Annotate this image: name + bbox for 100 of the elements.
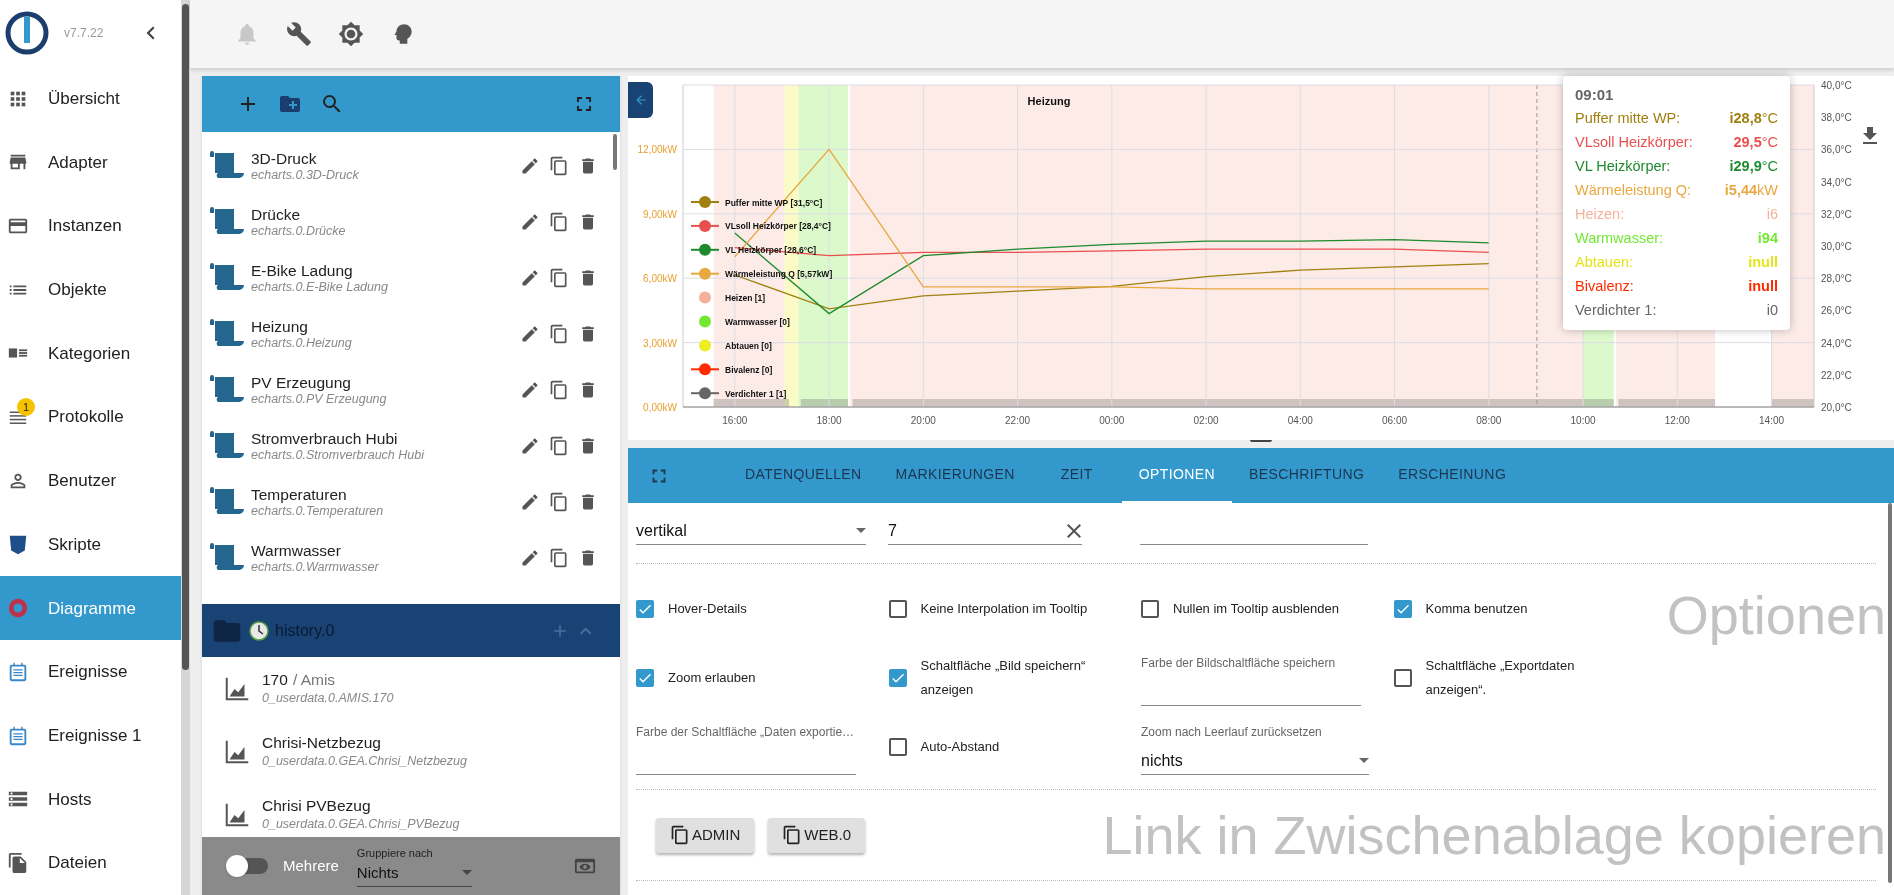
checkbox[interactable] <box>1393 599 1412 618</box>
resize-handle[interactable] <box>1250 438 1272 442</box>
copy-button[interactable] <box>549 324 569 344</box>
chart-list-item[interactable]: Chrisi PVBezug 0_userdata.0.GEA.Chrisi_PVBezug <box>202 783 620 837</box>
item-id: echarts.0.3D-Druck <box>251 167 359 184</box>
item-name: Chrisi-Netzbezug <box>262 733 381 754</box>
edit-button[interactable] <box>520 268 540 288</box>
tooltip-label: Puffer mitte WP: <box>1575 109 1681 128</box>
sidebar-item[interactable]: Ereignisse <box>0 640 181 704</box>
compressor-strip <box>1771 399 1814 407</box>
checkbox[interactable] <box>888 737 907 756</box>
tab[interactable]: ZEIT <box>1031 448 1122 503</box>
select-field[interactable]: Zoom nach Leerlauf zurücksetzen nichts <box>1141 723 1369 775</box>
copy-button[interactable] <box>549 268 569 288</box>
edit-button[interactable] <box>520 436 540 456</box>
sidebar-item[interactable]: Benutzer <box>0 449 181 513</box>
item-id: echarts.0.Stromverbrauch Hubi <box>251 447 424 464</box>
copy-icon <box>782 825 803 845</box>
checkbox[interactable] <box>888 599 907 618</box>
tab[interactable]: ERSCHEINUNG <box>1381 448 1524 503</box>
legend-marker-icon <box>699 315 711 328</box>
tooltip-label: Abtauen: <box>1575 253 1634 272</box>
checkbox[interactable] <box>888 668 907 687</box>
item-id: 0_userdata.0.GEA.Chrisi_Netzbezug <box>262 753 467 770</box>
chevron-up-icon <box>580 626 592 635</box>
chart-list-item[interactable]: Stromverbrauch Hubi echarts.0.Stromverbrauch Hubi <box>202 418 620 474</box>
tab[interactable]: DATENQUELLEN <box>728 448 879 503</box>
sidebar-item[interactable]: Kategorien <box>0 321 181 386</box>
checkbox[interactable] <box>636 599 654 618</box>
sidebar-item[interactable]: Dateien <box>0 831 181 895</box>
tooltip-value: inull <box>1748 253 1778 272</box>
edit-button[interactable] <box>520 380 540 400</box>
scrollbar-thumb[interactable] <box>613 134 617 170</box>
chart-list-item[interactable]: PV Erzeugung echarts.0.PV Erzeugung <box>202 362 620 418</box>
toolbar-button[interactable] <box>338 21 364 47</box>
tooltip-label: VL Heizkörper: <box>1575 157 1671 176</box>
copy-button[interactable] <box>549 156 569 176</box>
item-name: Heizung <box>251 316 309 336</box>
checkbox[interactable] <box>1141 599 1159 618</box>
sidebar-item[interactable]: Instanzen <box>0 194 181 258</box>
checkbox-label: Hover-Details <box>668 599 748 618</box>
sidebar-item[interactable]: Ereignisse 1 <box>0 703 181 768</box>
pencil-icon <box>520 156 540 176</box>
edit-button[interactable] <box>520 212 540 232</box>
sidebar-item[interactable]: Protokolle 1 <box>0 385 181 449</box>
edit-button[interactable] <box>520 156 540 176</box>
axis-tick-label: 04:00 <box>1287 415 1313 426</box>
scrollbar-thumb[interactable] <box>1888 503 1892 883</box>
chart-list-item[interactable]: 170 / Amis 0_userdata.0.AMIS.170 <box>202 657 620 720</box>
chart-list-item[interactable]: Temperaturen echarts.0.Temperaturen <box>202 474 620 530</box>
item-name: 3D-Druck <box>251 148 318 168</box>
input-field[interactable]: 7 <box>888 517 1082 545</box>
copy-button[interactable]: ADMIN <box>656 817 755 853</box>
chart-list-item[interactable]: Warmwasser echarts.0.Warmwasser <box>202 530 620 586</box>
input-field[interactable]: Farbe der Schaltfläche „Daten exportie… <box>636 723 856 775</box>
chart-list-item[interactable]: E-Bike Ladung echarts.0.E-Bike Ladung <box>202 250 620 306</box>
copy-button[interactable] <box>549 548 569 568</box>
edit-button[interactable] <box>520 492 540 512</box>
edit-button[interactable] <box>520 548 540 568</box>
item-name: Stromverbrauch Hubi <box>251 428 399 448</box>
copy-button[interactable] <box>549 380 569 400</box>
sidebar-item[interactable]: Übersicht <box>0 66 181 131</box>
chart-list-item[interactable]: 3D-Druck echarts.0.3D-Druck <box>202 138 620 194</box>
toggle-switch[interactable] <box>226 858 268 874</box>
group-by-select[interactable]: Gruppiere nach Nichts <box>356 845 472 887</box>
checkbox[interactable] <box>636 668 654 687</box>
copy-button[interactable] <box>549 212 569 232</box>
checkbox[interactable] <box>1393 668 1412 687</box>
axis-tick-label: 3,00kW <box>643 337 677 349</box>
axis-tick-label: 06:00 <box>1382 415 1408 426</box>
chart-list-item[interactable]: Drücke echarts.0.Drücke <box>202 194 620 250</box>
select-field[interactable]: vertikal <box>636 517 866 545</box>
sidebar-item[interactable]: Skripte <box>0 512 181 577</box>
sidebar-item[interactable]: Objekte <box>0 257 181 322</box>
pencil-icon <box>520 492 540 512</box>
item-id: 0_userdata.0.AMIS.170 <box>262 690 394 707</box>
sidebar-item[interactable]: Adapter <box>0 130 181 195</box>
tab[interactable]: BESCHRIFTUNG <box>1232 448 1382 503</box>
copy-button[interactable]: WEB.0 <box>768 817 866 853</box>
clear-button[interactable] <box>1066 522 1082 539</box>
close-icon <box>1067 523 1081 538</box>
axis-tick-label: 0,00kW <box>643 402 677 413</box>
checkbox-label: Schaltfläche „Exportdaten anzeigen“. <box>1425 656 1576 699</box>
tab[interactable]: MARKIERUNGEN <box>878 448 1032 503</box>
axis-tick-label: 12,00kW <box>637 144 677 156</box>
copy-button[interactable] <box>549 492 569 512</box>
copy-button[interactable] <box>549 436 569 456</box>
copy-icon <box>549 324 569 344</box>
edit-button[interactable] <box>520 324 540 344</box>
back-button[interactable] <box>628 82 653 118</box>
chart-list-item[interactable]: Chrisi-Netzbezug 0_userdata.0.GEA.Chrisi_Netzbezug <box>202 720 620 783</box>
tooltip-label: Bivalenz: <box>1575 277 1634 296</box>
legend-label: Verdichter 1 [1] <box>725 388 787 399</box>
toolbar-button[interactable] <box>286 21 312 47</box>
scrollbar-thumb[interactable] <box>182 4 189 670</box>
chart-list-item[interactable]: Heizung echarts.0.Heizung <box>202 306 620 362</box>
input-field[interactable]: Farbe der Bildschaltfläche speichern <box>1141 654 1361 706</box>
axis-tick-label: 00:00 <box>1099 415 1125 426</box>
axis-tick-label: 40,0°C <box>1821 80 1852 91</box>
sidebar-item[interactable]: Hosts <box>0 767 181 832</box>
